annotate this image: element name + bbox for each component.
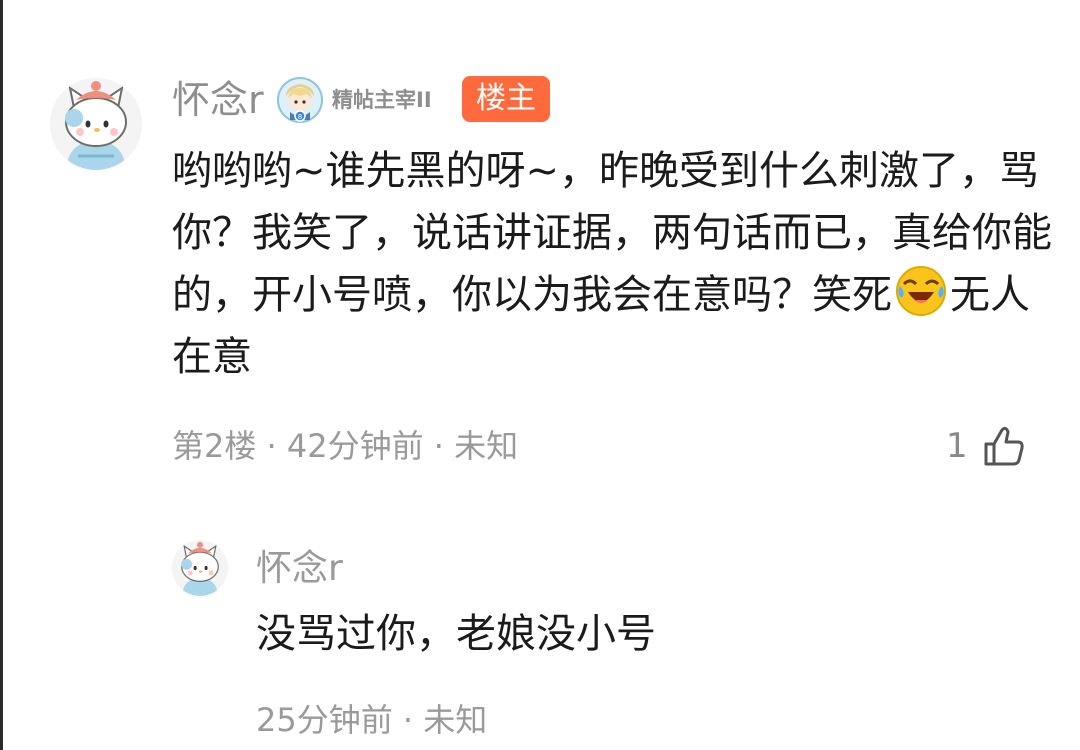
like-count: 1 — [946, 426, 968, 466]
reply-text: 没骂过你，老娘没小号 — [256, 611, 656, 657]
hello-kitty-avatar-icon — [172, 540, 228, 596]
laughing-crying-icon — [894, 264, 948, 318]
avatar[interactable] — [50, 78, 142, 170]
hello-kitty-avatar-icon — [50, 78, 142, 170]
comment-meta: 第2楼 · 42分钟前 · 未知 — [172, 427, 519, 465]
reply-meta: 25分钟前 · 未知 — [256, 701, 488, 739]
comment-text: 哟哟哟~谁先黑的呀~，昨晚受到什么刺激了，骂你？我笑了，说话讲证据，两句话而已，… — [172, 140, 1052, 388]
reply-username[interactable]: 怀念r — [256, 546, 343, 592]
svg-text:8: 8 — [298, 113, 302, 121]
reply-avatar[interactable] — [172, 540, 228, 596]
badge-label: 精帖主宰II — [332, 88, 432, 112]
thumbs-up-icon[interactable] — [980, 422, 1028, 470]
op-tag: 楼主 — [462, 76, 550, 122]
character-badge-icon[interactable]: 8 — [276, 76, 324, 124]
username[interactable]: 怀念r — [172, 76, 264, 124]
left-edge-line — [0, 0, 3, 750]
